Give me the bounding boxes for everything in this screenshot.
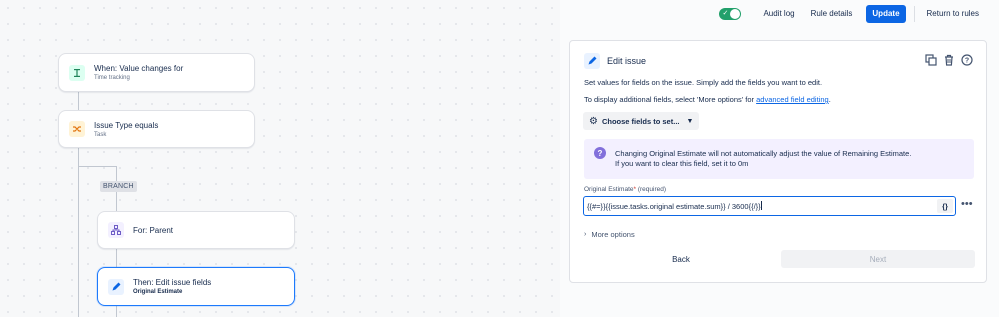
choose-fields-button[interactable]: ⚙ Choose fields to set... ▼ xyxy=(583,112,700,130)
stopwatch-icon xyxy=(69,64,85,81)
panel-title: Edit issue xyxy=(607,56,647,66)
smart-value-button[interactable]: {} xyxy=(937,199,953,213)
panel-description-2: To display additional fields, select 'Mo… xyxy=(584,95,831,104)
question-icon: ? xyxy=(594,147,606,159)
pencil-icon xyxy=(108,278,124,295)
chevron-right-icon: › xyxy=(584,231,587,238)
pencil-icon xyxy=(584,53,600,69)
panel-actions: ? xyxy=(924,53,974,67)
check-icon: ✓ xyxy=(722,10,729,17)
condition-title: Issue Type equals xyxy=(94,120,159,130)
branch-node-title: For: Parent xyxy=(133,225,174,235)
field-label-text: Original Estimate xyxy=(584,186,634,193)
branch-connector xyxy=(78,166,116,167)
info-message: ? Changing Original Estimate will not au… xyxy=(584,139,974,179)
required-mark: * xyxy=(633,186,637,193)
toggle-knob xyxy=(730,9,741,19)
toolbar-divider xyxy=(913,6,915,22)
panel-header: Edit issue xyxy=(584,53,646,69)
original-estimate-input[interactable]: {{#=}}{{issue.tasks.original estimate.su… xyxy=(583,196,956,216)
svg-text:?: ? xyxy=(965,58,969,65)
hierarchy-icon xyxy=(108,222,124,238)
connector-line xyxy=(78,92,79,110)
panel-description: Set values for fields on the issue. Simp… xyxy=(584,78,823,87)
info-line-2: If you want to clear this field, set it … xyxy=(615,159,749,168)
rule-details-button[interactable]: Rule details xyxy=(803,5,861,23)
advanced-field-editing-link[interactable]: advanced field editing xyxy=(756,95,829,104)
help-icon[interactable]: ? xyxy=(960,53,974,67)
choose-fields-label: Choose fields to set... xyxy=(601,116,680,126)
shuffle-icon xyxy=(69,121,85,137)
edit-issue-panel: Edit issue ? Set values for fields on th… xyxy=(569,40,987,283)
chevron-down-icon: ▼ xyxy=(686,117,694,125)
trash-icon[interactable] xyxy=(942,53,956,67)
condition-node[interactable]: Issue Type equals Task xyxy=(58,110,255,148)
desc-suffix: . xyxy=(828,95,831,104)
branch-node[interactable]: For: Parent xyxy=(97,211,295,249)
connector-line xyxy=(78,148,79,317)
gear-icon: ⚙ xyxy=(589,115,598,127)
rule-enabled-toggle[interactable]: ✓ xyxy=(719,8,742,20)
copy-icon[interactable] xyxy=(924,53,938,67)
required-text: (required) xyxy=(637,186,667,193)
top-toolbar: ✓ Audit log Rule details Update Return t… xyxy=(719,4,987,24)
update-button[interactable]: Update xyxy=(866,5,906,23)
info-line-1: Changing Original Estimate will not auto… xyxy=(615,149,912,158)
trigger-node[interactable]: When: Value changes for Time tracking xyxy=(58,53,255,92)
action-node[interactable]: Then: Edit issue fields Original Estimat… xyxy=(97,267,295,306)
branch-label: BRANCH xyxy=(100,181,137,192)
text-caret xyxy=(760,201,762,210)
condition-subtitle: Task xyxy=(94,131,107,138)
desc-prefix: To display additional fields, select 'Mo… xyxy=(584,95,757,104)
more-options-label: More options xyxy=(591,230,635,239)
action-subtitle: Original Estimate xyxy=(133,289,183,295)
more-options-toggle[interactable]: › More options xyxy=(584,230,635,239)
audit-log-button[interactable]: Audit log xyxy=(755,5,802,23)
field-value: {{#=}}{{issue.tasks.original estimate.su… xyxy=(587,202,761,211)
more-actions-icon[interactable]: ••• xyxy=(961,199,973,210)
trigger-title: When: Value changes for xyxy=(94,64,184,73)
original-estimate-label: Original Estimate* (required) xyxy=(584,186,666,193)
back-button[interactable]: Back xyxy=(584,250,778,268)
action-title: Then: Edit issue fields xyxy=(133,278,212,287)
trigger-subtitle: Time tracking xyxy=(94,75,130,81)
next-button[interactable]: Next xyxy=(781,250,975,268)
return-to-rules-button[interactable]: Return to rules xyxy=(919,5,987,23)
